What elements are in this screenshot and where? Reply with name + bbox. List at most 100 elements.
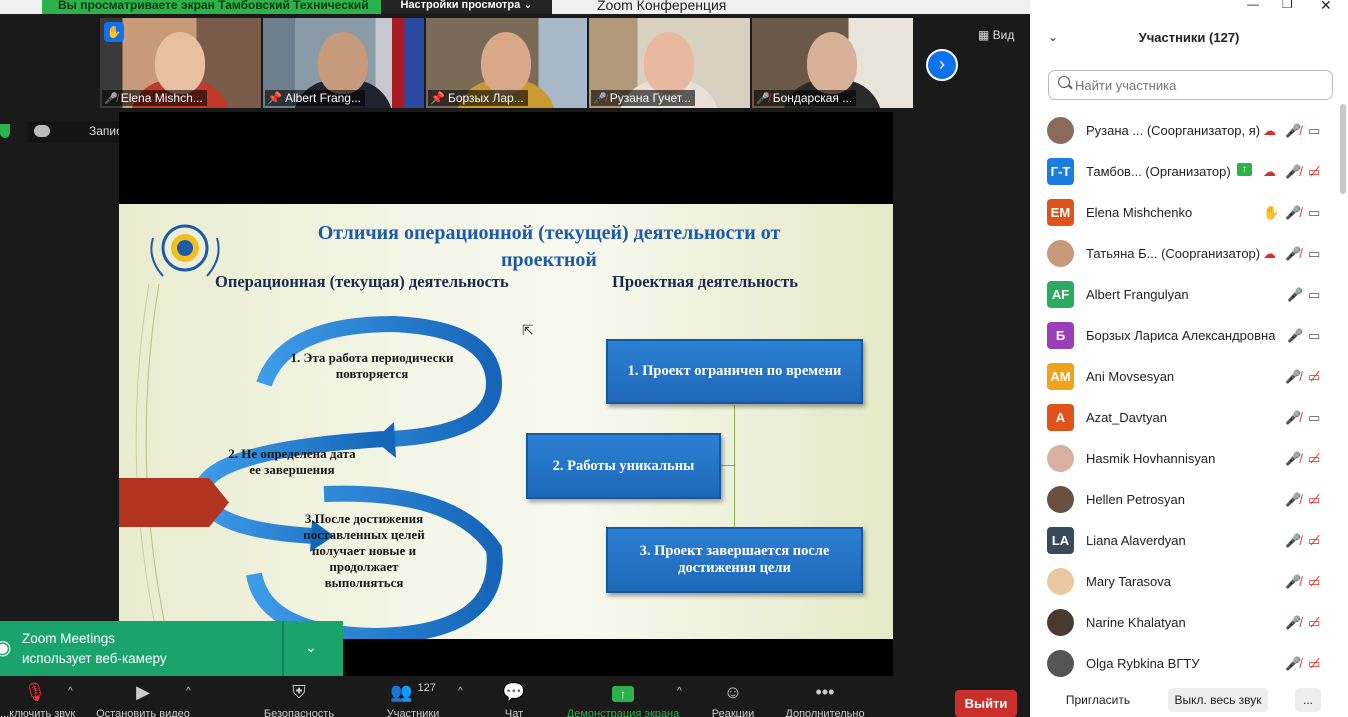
person-face xyxy=(644,32,694,94)
participant-row[interactable]: Г-Т Тамбов... (Организатор) ↑ ☁ 🎤̸ ▭̸ xyxy=(1030,152,1340,193)
more-button[interactable]: ••• Дополнительно xyxy=(778,682,872,717)
share-screen-icon: ↑ xyxy=(560,682,686,702)
participants-label: Участники xyxy=(386,708,440,717)
participants-count: 127 xyxy=(417,682,436,694)
mic-muted-icon: 🎤̸ xyxy=(1285,410,1302,425)
mic-icon: 🎤 xyxy=(1287,287,1304,302)
mouse-cursor-icon: ⇱ xyxy=(522,322,534,338)
avatar xyxy=(1047,609,1074,636)
participant-row[interactable]: LA Liana Alaverdyan 🎤̸ ▭̸ xyxy=(1030,521,1340,562)
search-participants-input[interactable] xyxy=(1048,70,1333,100)
next-thumbnails-button[interactable]: › xyxy=(926,49,958,81)
sharing-screen-icon: ↑ xyxy=(1237,163,1252,176)
participant-row[interactable]: Б Борзых Лариса Александровна 🎤 ▭ xyxy=(1030,316,1340,357)
video-thumbnail[interactable]: 🎤̸ Рузана Гучет... xyxy=(589,18,750,108)
avatar: AF xyxy=(1047,281,1074,308)
view-settings-button[interactable]: Настройки просмотра ⌄ xyxy=(381,0,552,14)
panel-more-button[interactable]: ... xyxy=(1295,688,1321,712)
stop-video-button[interactable]: ▶ Остановить видео xyxy=(90,682,196,717)
project-item-1: 1. Проект ограничен по времени xyxy=(606,339,863,404)
participant-row[interactable]: AM Ani Movsesyan 🎤̸ ▭̸ xyxy=(1030,357,1340,398)
chevron-up-icon[interactable]: ^ xyxy=(458,686,463,697)
panel-footer: Пригласить Выкл. весь звук ... xyxy=(1030,684,1348,717)
video-thumbnail[interactable]: 🎤̸ Бондарская ... xyxy=(752,18,913,108)
participant-name: Борзых Лариса Александровна xyxy=(1086,328,1276,343)
avatar: AM xyxy=(1047,363,1074,390)
chevron-up-icon[interactable]: ^ xyxy=(68,686,73,697)
camera-icon: ▭ xyxy=(1308,410,1321,425)
participant-row[interactable]: Hellen Petrosyan 🎤̸ ▭̸ xyxy=(1030,480,1340,521)
search-icon xyxy=(1058,76,1070,88)
camera-icon: ▭ xyxy=(1308,287,1321,302)
person-face xyxy=(155,32,205,94)
webcam-notification[interactable]: ◉ Zoom Meetings использует веб-камеру ⌄ xyxy=(0,621,343,677)
participant-name: Ani Movsesyan xyxy=(1086,369,1175,384)
minimize-icon[interactable]: — xyxy=(1247,0,1259,11)
participant-row[interactable]: Рузана ... (Соорганизатор, я) ☁ 🎤̸ ▭ xyxy=(1030,111,1340,152)
participant-row[interactable]: A Azat_Davtyan 🎤̸ ▭ xyxy=(1030,398,1340,439)
thumbnail-label: 🎤̸ Рузана Гучет... xyxy=(591,90,695,106)
reactions-button[interactable]: ☺ Реакции xyxy=(708,682,758,717)
operational-item-1: 1. Эта работа периодически повторяется xyxy=(290,350,454,381)
scrollbar[interactable] xyxy=(1340,104,1346,194)
security-button[interactable]: ⛨ Безопасность xyxy=(256,682,342,717)
participants-button[interactable]: 👥 127 Участники xyxy=(378,682,448,717)
chat-button[interactable]: 💬 Чат xyxy=(492,682,536,717)
operational-item-3: 3.После достижения поставленных целей по… xyxy=(303,511,425,590)
red-arrow-shape xyxy=(119,478,229,527)
panel-title: Участники (127) xyxy=(1138,30,1240,45)
camera-icon: ▭ xyxy=(1308,328,1321,343)
notification-divider xyxy=(282,621,284,677)
chevron-down-icon[interactable]: ⌄ xyxy=(305,639,317,656)
share-label: Демонстрация экрана xyxy=(566,708,680,717)
participant-row[interactable]: Narine Khalatyan 🎤̸ ▭̸ xyxy=(1030,603,1340,644)
participant-row[interactable]: Татьяна Б... (Соорганизатор) ☁ 🎤̸ ▭ xyxy=(1030,234,1340,275)
participant-row[interactable]: Mary Tarasova 🎤̸ ▭̸ xyxy=(1030,562,1340,603)
share-screen-button[interactable]: ↑ Демонстрация экрана xyxy=(560,682,686,717)
raised-hand-icon: ✋ xyxy=(104,22,124,42)
zoom-cam-icon: ◉ xyxy=(0,637,12,659)
avatar xyxy=(1047,240,1074,267)
participant-name: Бондарская ... xyxy=(772,91,853,105)
participant-name: Hellen Petrosyan xyxy=(1086,492,1185,507)
raised-hand-icon: ✋ xyxy=(1263,205,1280,220)
participant-row[interactable]: Olga Rybkina ВГТУ 🎤̸ ▭̸ xyxy=(1030,644,1340,685)
leave-meeting-button[interactable]: Выйти xyxy=(955,690,1017,717)
camera-off-icon: ▭̸ xyxy=(1308,574,1321,589)
mic-muted-icon: 🎤̸ xyxy=(1285,164,1302,179)
participant-name: Hasmik Hovhannisyan xyxy=(1086,451,1216,466)
chevron-up-icon[interactable]: ^ xyxy=(677,686,682,697)
video-thumbnail[interactable]: ✋ 🎤̸ Elena Mishch... xyxy=(100,18,261,108)
mic-muted-icon: 🎤̸ xyxy=(1285,451,1302,466)
cloud-record-icon xyxy=(34,125,50,137)
person-face xyxy=(481,32,531,94)
avatar: LA xyxy=(1047,527,1074,554)
reactions-label: Реакции xyxy=(711,708,755,717)
participant-row[interactable]: EM Elena Mishchenko ✋ 🎤̸ ▭ xyxy=(1030,193,1340,234)
participant-row[interactable]: AF Albert Frangulyan 🎤 ▭ xyxy=(1030,275,1340,316)
mic-muted-icon: 🎤̸ xyxy=(1285,246,1302,261)
participant-name: Elena Mishch... xyxy=(120,91,203,105)
screen-share-banner: Вы просматриваете экран Тамбовский Техни… xyxy=(42,0,381,14)
encryption-shield-icon xyxy=(0,124,10,138)
mute-button[interactable]: 🎙 ...ключить звук xyxy=(0,682,75,717)
thumbnail-label: 📌 Albert Frang... xyxy=(265,90,365,106)
video-thumbnail[interactable]: 📌 Борзых Лар... xyxy=(426,18,587,108)
title-bar-right xyxy=(1030,0,1348,14)
close-icon[interactable]: ✕ xyxy=(1320,0,1332,14)
project-item-2: 2. Работы уникальны xyxy=(526,433,721,499)
participant-name: Albert Frangulyan xyxy=(1086,287,1189,302)
maximize-icon[interactable]: ❐ xyxy=(1282,0,1293,11)
video-thumbnail[interactable]: 📌 Albert Frang... xyxy=(263,18,424,108)
participant-name: Борзых Лар... xyxy=(447,91,524,105)
participant-row[interactable]: Hasmik Hovhannisyan 🎤̸ ▭̸ xyxy=(1030,439,1340,480)
project-item-3: 3. Проект завершается после достижения ц… xyxy=(606,527,863,593)
chevron-up-icon[interactable]: ^ xyxy=(186,686,191,697)
grid-icon: ▦ xyxy=(978,28,993,42)
invite-button[interactable]: Пригласить xyxy=(1058,688,1138,712)
camera-icon: ▭ xyxy=(1308,123,1321,138)
participant-name: Azat_Davtyan xyxy=(1086,410,1167,425)
mute-all-button[interactable]: Выкл. весь звук xyxy=(1168,688,1268,712)
ellipsis-icon: ••• xyxy=(815,682,835,702)
view-button[interactable]: ▦ Вид xyxy=(978,28,1014,42)
